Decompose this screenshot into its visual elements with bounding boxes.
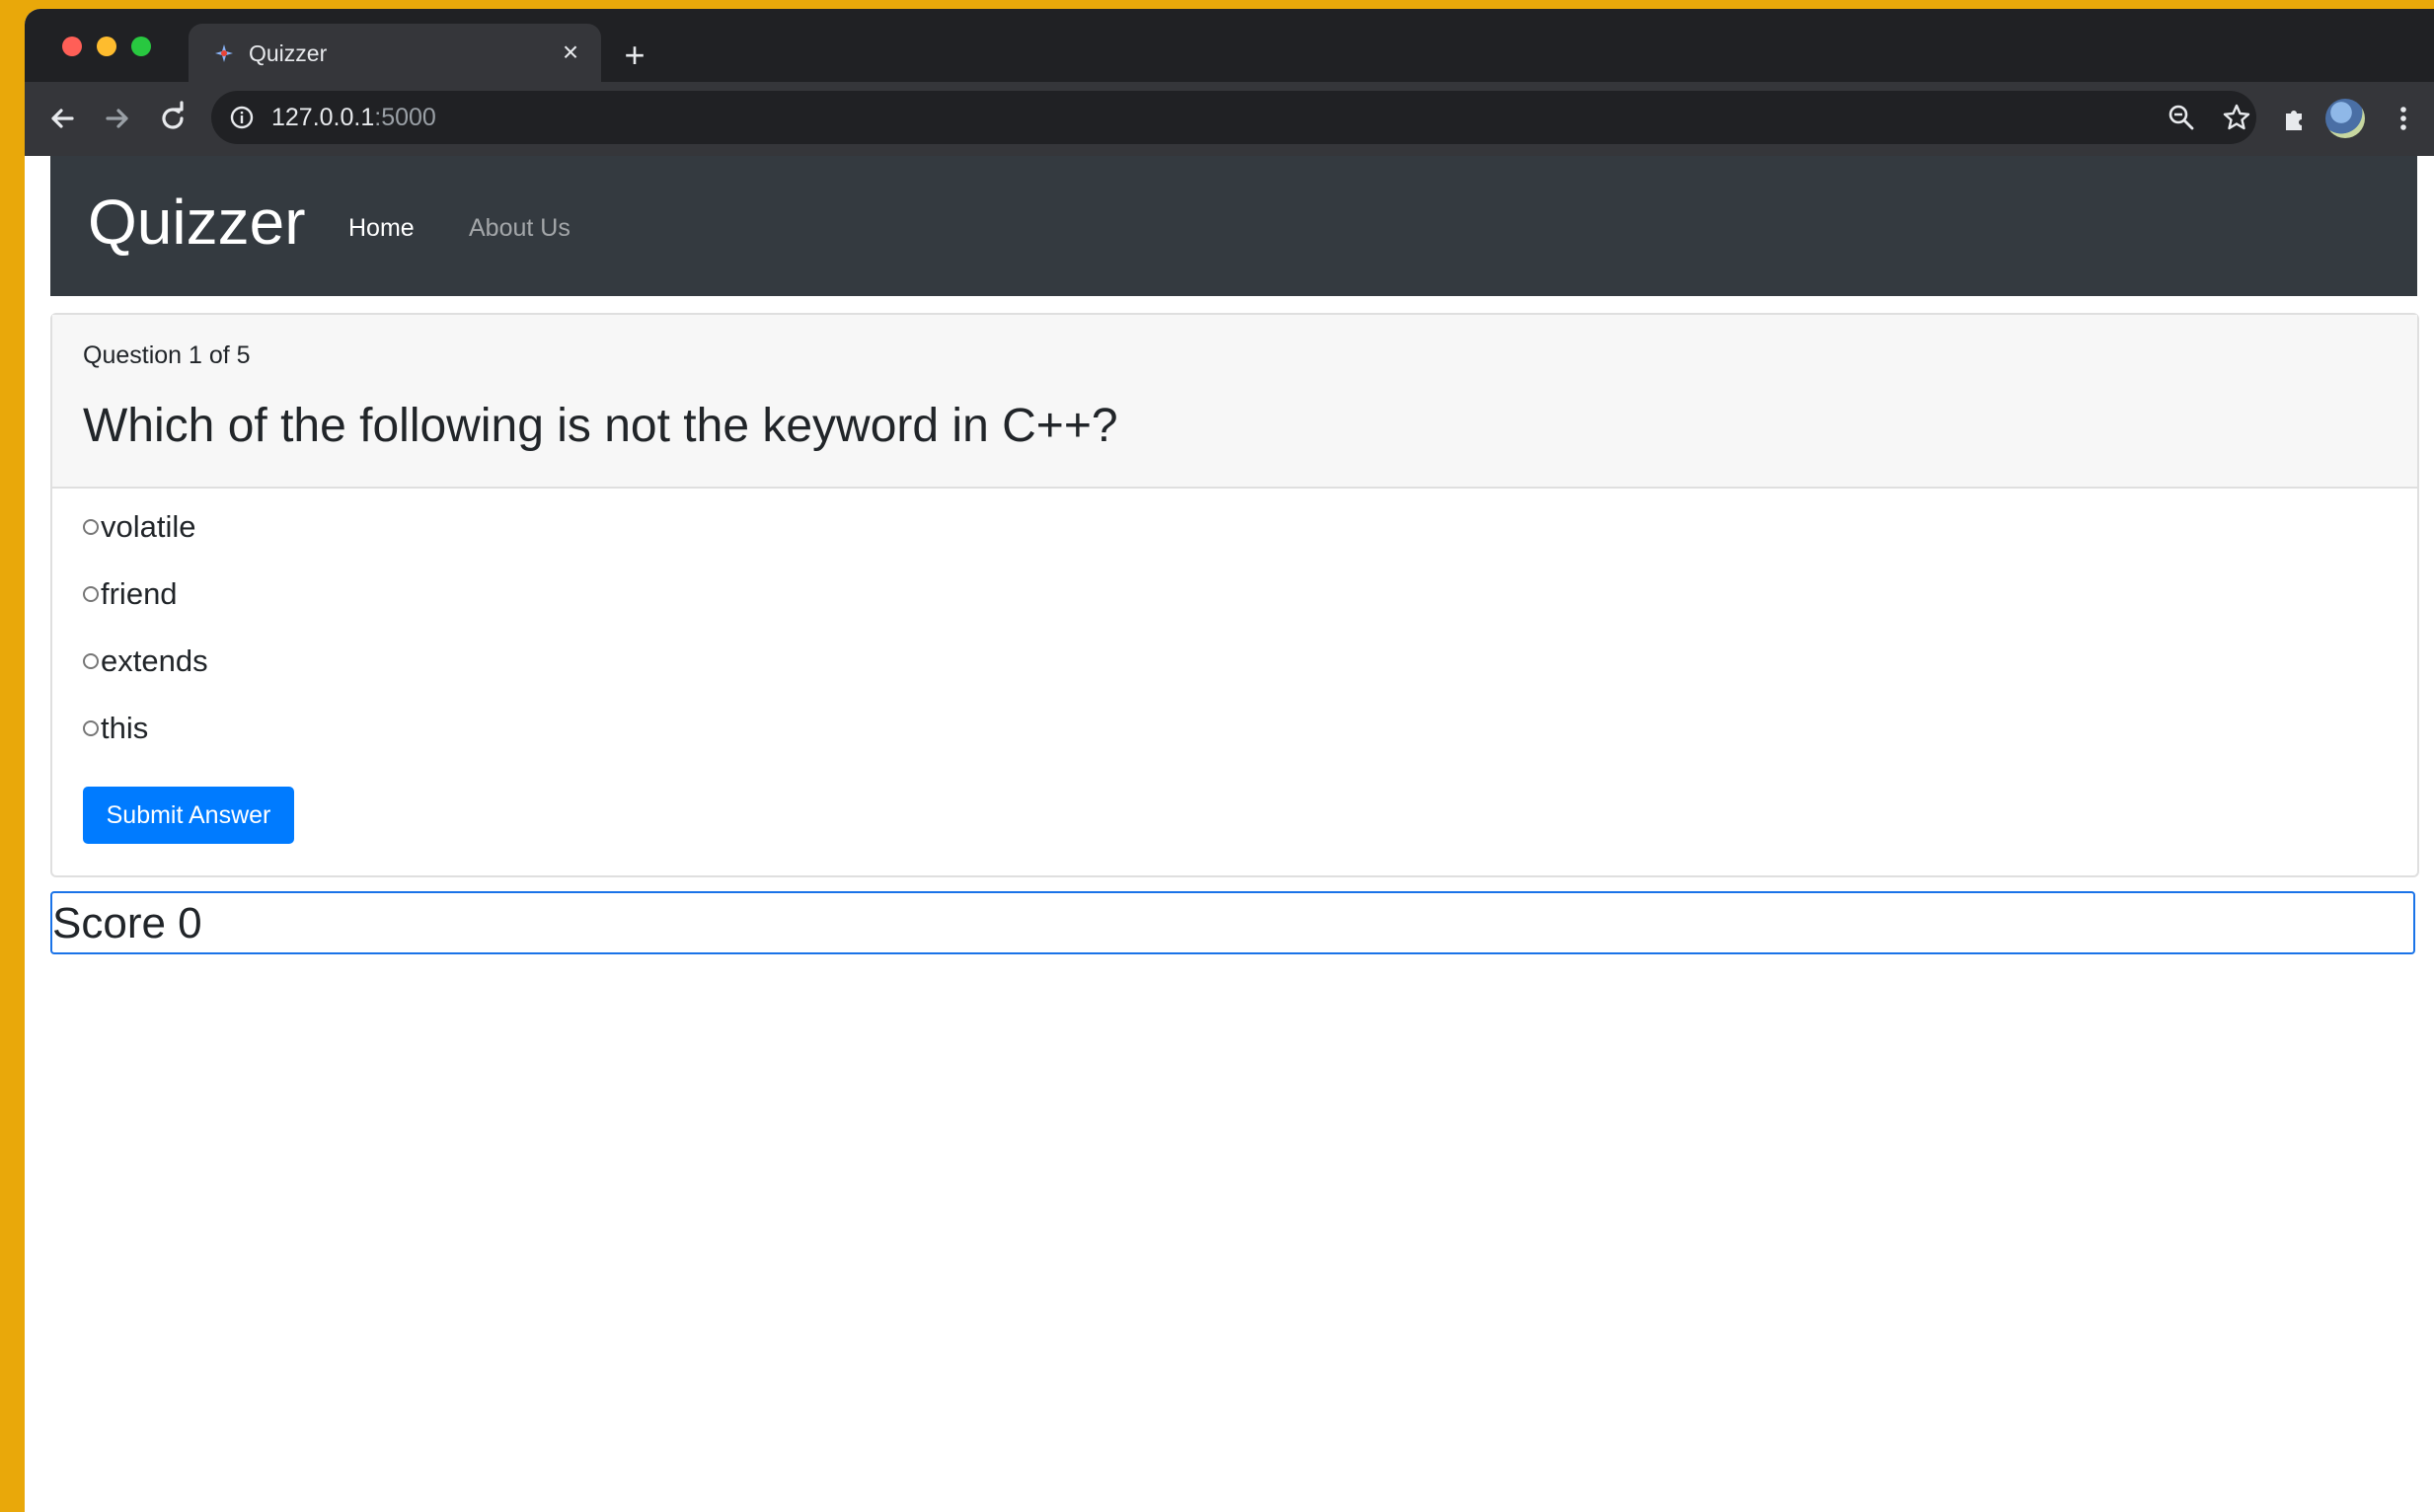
close-tab-icon[interactable]: × — [556, 38, 585, 67]
question-text: Which of the following is not the keywor… — [83, 400, 1118, 452]
info-icon[interactable] — [229, 105, 255, 130]
nav-link-about-us[interactable]: About Us — [469, 213, 570, 243]
favicon-icon — [215, 44, 233, 62]
close-window-button[interactable] — [62, 37, 82, 56]
answer-option[interactable]: friend — [83, 572, 178, 616]
question-counter: Question 1 of 5 — [83, 341, 251, 369]
answer-option-label: volatile — [101, 509, 196, 544]
forward-arrow-icon[interactable] — [100, 101, 135, 136]
back-arrow-icon[interactable] — [44, 101, 80, 136]
tab-title: Quizzer — [249, 40, 328, 66]
url-port: :5000 — [374, 104, 436, 131]
score-box[interactable]: Score 0 — [50, 891, 2415, 954]
menu-icon[interactable] — [2386, 101, 2421, 136]
star-icon[interactable] — [2222, 103, 2251, 132]
radio-button[interactable] — [83, 519, 99, 535]
answer-option-label: friend — [101, 576, 178, 611]
title-bar: Quizzer × + — [25, 9, 2434, 82]
question-card-header: Question 1 of 5 Which of the following i… — [52, 315, 2417, 489]
page-content: Quizzer Home About Us Question 1 of 5 Wh… — [25, 156, 2434, 1512]
minimize-window-button[interactable] — [97, 37, 116, 56]
answer-option[interactable]: volatile — [83, 505, 196, 549]
answer-option[interactable]: extends — [83, 640, 208, 683]
zoom-icon[interactable] — [2167, 103, 2196, 132]
question-card: Question 1 of 5 Which of the following i… — [50, 313, 2419, 877]
radio-button[interactable] — [83, 586, 99, 602]
maximize-window-button[interactable] — [131, 37, 151, 56]
answer-option[interactable]: this — [83, 707, 148, 750]
score-text: Score 0 — [52, 899, 202, 947]
extensions-icon[interactable] — [2277, 101, 2313, 136]
browser-tab[interactable]: Quizzer × — [189, 24, 601, 82]
url-text[interactable]: 127.0.0.1:5000 — [271, 105, 436, 131]
reload-icon[interactable] — [155, 101, 190, 136]
radio-button[interactable] — [83, 653, 99, 669]
avatar[interactable] — [2325, 99, 2365, 138]
radio-button[interactable] — [83, 720, 99, 736]
navbar-brand[interactable]: Quizzer — [88, 186, 306, 259]
browser-toolbar: 127.0.0.1:5000 — [25, 82, 2434, 156]
new-tab-icon[interactable]: + — [618, 38, 651, 73]
url-host: 127.0.0.1 — [271, 104, 375, 131]
submit-answer-button[interactable]: Submit Answer — [83, 787, 294, 844]
address-bar[interactable]: 127.0.0.1:5000 — [211, 91, 2256, 144]
nav-link-home[interactable]: Home — [348, 213, 415, 243]
browser-window: Quizzer × + 127.0.0.1:5000 Quizzer Home … — [25, 9, 2434, 1512]
answer-option-label: extends — [101, 643, 208, 678]
site-navbar: Quizzer Home About Us — [50, 156, 2417, 296]
answer-option-label: this — [101, 711, 149, 745]
